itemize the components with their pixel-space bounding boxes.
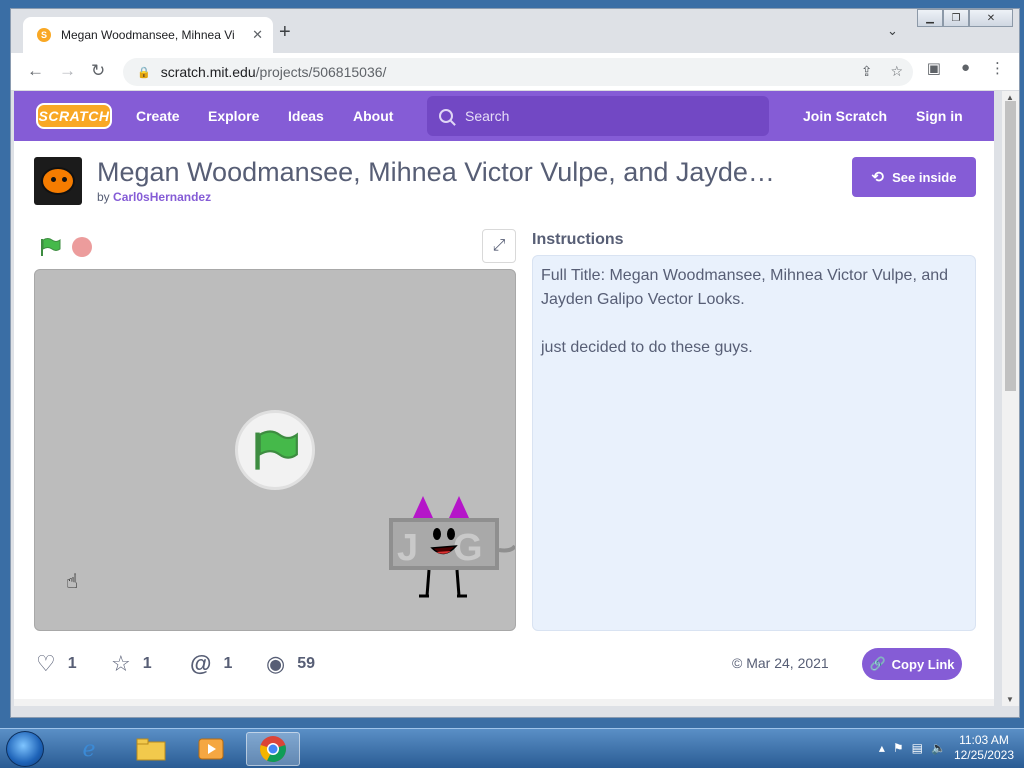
view-stat: ◉ 59: [266, 651, 315, 677]
star-icon: ☆: [111, 651, 131, 676]
love-count: 1: [67, 655, 77, 672]
scroll-down-icon[interactable]: ▼: [1006, 695, 1014, 704]
action-center-icon[interactable]: ⚑: [893, 741, 904, 755]
lock-icon[interactable]: 🔒: [137, 66, 151, 79]
instructions-box: Full Title: Megan Woodmansee, Mihnea Vic…: [532, 255, 976, 631]
see-inside-label: See inside: [892, 169, 957, 185]
green-flag-icon: [255, 430, 298, 470]
nav-ideas[interactable]: Ideas: [288, 108, 324, 124]
love-stat[interactable]: ♡ 1: [36, 651, 77, 677]
scratch-favicon-icon: S: [37, 28, 51, 42]
forward-icon[interactable]: →: [59, 62, 76, 80]
page-scrollbar[interactable]: ▲ ▼: [1002, 91, 1019, 706]
taskbar: ℯ ▴ ⚑ ▤ 🔈 11:03 AM 12/25/2023: [0, 728, 1024, 768]
browser-toolbar: ← → ↻ 🔒 scratch.mit.edu /projects/506815…: [11, 53, 1019, 91]
tab-title: Megan Woodmansee, Mihnea Vi: [61, 28, 235, 42]
tab-close-icon[interactable]: ✕: [252, 27, 263, 43]
tab-strip: S Megan Woodmansee, Mihnea Vi ✕ + ⌄ ▁ ❐ …: [11, 9, 1019, 53]
browser-window: S Megan Woodmansee, Mihnea Vi ✕ + ⌄ ▁ ❐ …: [10, 8, 1020, 718]
share-icon[interactable]: ⇪: [861, 63, 873, 80]
see-inside-button[interactable]: ⟲ See inside: [852, 157, 976, 197]
copy-link-label: Copy Link: [891, 656, 955, 672]
chrome-taskbar-icon[interactable]: [246, 732, 300, 766]
clock-time: 11:03 AM: [959, 733, 1009, 747]
media-player-icon[interactable]: [184, 732, 238, 766]
mouse-cursor-icon: ☝: [66, 571, 79, 593]
page-divider: [14, 699, 994, 706]
fullscreen-icon[interactable]: ⤢: [482, 229, 516, 263]
internet-explorer-icon[interactable]: ℯ: [62, 732, 116, 766]
instructions-paragraph: Full Title: Megan Woodmansee, Mihnea Vic…: [541, 267, 949, 308]
instructions-paragraph: just decided to do these guys.: [541, 339, 753, 356]
stop-icon[interactable]: [72, 237, 92, 257]
copy-link-button[interactable]: 🔗 Copy Link: [862, 648, 962, 680]
project-byline: by Carl0sHernandez: [97, 190, 211, 204]
search-input[interactable]: Search: [427, 96, 769, 136]
nav-explore[interactable]: Explore: [208, 108, 259, 124]
remix-count: 1: [223, 655, 233, 672]
new-tab-button[interactable]: +: [279, 22, 291, 42]
instructions-heading: Instructions: [532, 231, 624, 248]
project-date: © Mar 24, 2021: [732, 655, 829, 671]
address-bar-actions: ⇪ ☆: [861, 63, 903, 80]
url-host: scratch.mit.edu: [160, 64, 256, 80]
page-viewport: SCRATCH Create Explore Ideas About Searc…: [14, 91, 994, 706]
project-title: Megan Woodmansee, Mihnea Victor Vulpe, a…: [97, 157, 775, 187]
join-scratch-link[interactable]: Join Scratch: [803, 108, 887, 124]
favorite-count: 1: [142, 655, 152, 672]
project-date-value: Mar 24, 2021: [746, 655, 829, 671]
profile-icon[interactable]: ●: [961, 59, 970, 77]
sign-in-link[interactable]: Sign in: [916, 108, 963, 124]
heart-icon: ♡: [36, 651, 56, 676]
author-avatar[interactable]: [34, 157, 82, 205]
copyright-icon: ©: [732, 655, 743, 671]
play-overlay-button[interactable]: [235, 410, 315, 490]
eye-icon: ◉: [266, 651, 286, 676]
search-icon: [439, 109, 453, 123]
nav-about[interactable]: About: [353, 108, 393, 124]
remix-icon: @: [190, 651, 212, 676]
sidebar-icon[interactable]: ▣: [927, 59, 941, 77]
svg-text:J: J: [397, 527, 418, 569]
project-stage[interactable]: J G: [34, 269, 516, 631]
scratch-navbar: SCRATCH Create Explore Ideas About Searc…: [14, 91, 994, 141]
favorite-stat[interactable]: ☆ 1: [111, 651, 152, 677]
clock[interactable]: 11:03 AM 12/25/2023: [954, 733, 1014, 763]
reload-icon[interactable]: ↻: [91, 62, 105, 80]
svg-text:G: G: [453, 527, 483, 569]
back-icon[interactable]: ←: [27, 62, 44, 80]
browser-tab-active[interactable]: S Megan Woodmansee, Mihnea Vi ✕: [23, 17, 273, 53]
volume-icon[interactable]: 🔈: [931, 741, 946, 755]
scratch-logo[interactable]: SCRATCH: [36, 103, 112, 129]
system-tray: ▴ ⚑ ▤ 🔈 11:03 AM 12/25/2023: [879, 733, 1014, 763]
minimize-button[interactable]: ▁: [917, 9, 943, 27]
remix-stat: @ 1: [190, 651, 232, 677]
start-button[interactable]: [6, 731, 44, 767]
clock-date: 12/25/2023: [953, 748, 1014, 762]
view-count: 59: [297, 655, 315, 672]
green-flag-icon[interactable]: [39, 237, 61, 257]
file-explorer-icon[interactable]: [124, 732, 178, 766]
address-bar[interactable]: 🔒 scratch.mit.edu /projects/506815036/ ⇪…: [123, 58, 913, 86]
menu-icon[interactable]: ⋮: [990, 59, 1005, 77]
see-inside-icon: ⟲: [871, 169, 885, 186]
scrollbar-thumb[interactable]: [1005, 101, 1016, 391]
tab-search-chevron-icon[interactable]: ⌄: [887, 23, 898, 39]
nav-create[interactable]: Create: [136, 108, 180, 124]
author-link[interactable]: Carl0sHernandez: [113, 190, 211, 204]
window-controls: ▁ ❐ ✕: [917, 9, 1013, 27]
toolbar-right-actions: ▣ ● ⋮: [927, 59, 1005, 77]
close-window-button[interactable]: ✕: [969, 9, 1013, 27]
url-path: /projects/506815036/: [255, 64, 387, 80]
restore-button[interactable]: ❐: [943, 9, 969, 27]
by-prefix: by: [97, 190, 110, 204]
copy-link-icon: 🔗: [869, 656, 886, 671]
character-sprite: J G: [389, 496, 515, 598]
tray-expand-icon[interactable]: ▴: [879, 741, 885, 755]
network-icon[interactable]: ▤: [912, 741, 923, 755]
search-placeholder: Search: [465, 108, 510, 124]
bookmark-star-icon[interactable]: ☆: [890, 63, 903, 80]
